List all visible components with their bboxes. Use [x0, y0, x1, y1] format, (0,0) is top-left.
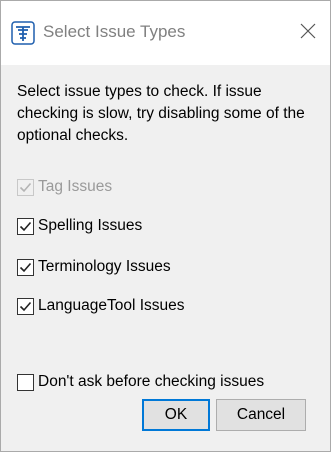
close-icon	[300, 23, 316, 44]
spelling-issues-label: Spelling Issues	[38, 217, 143, 234]
languagetool-issues-label: LanguageTool Issues	[38, 297, 185, 314]
terminology-issues-checkbox[interactable]: Terminology Issues	[17, 255, 171, 279]
cancel-button[interactable]: Cancel	[216, 399, 306, 431]
dialog-content: Select issue types to check. If issue ch…	[1, 65, 330, 451]
tag-issues-label: Tag Issues	[38, 178, 113, 195]
terminology-issues-label: Terminology Issues	[38, 258, 171, 275]
instructions-text: Select issue types to check. If issue ch…	[17, 83, 305, 144]
checkbox-box	[17, 258, 34, 276]
dialog-window: Select Issue Types Select issue types to…	[0, 0, 331, 452]
languagetool-issues-checkbox[interactable]: LanguageTool Issues	[17, 294, 185, 318]
window-title: Select Issue Types	[43, 22, 186, 41]
app-logo-icon	[11, 21, 35, 45]
ok-button[interactable]: OK	[142, 399, 210, 431]
checkmark-icon	[19, 221, 32, 231]
checkmark-icon	[19, 301, 32, 311]
checkmark-icon	[19, 182, 32, 192]
checkbox-box	[17, 217, 34, 235]
title-bar: Select Issue Types	[1, 1, 330, 65]
tag-issues-checkbox[interactable]: Tag Issues	[17, 175, 112, 199]
dont-ask-checkbox[interactable]: Don't ask before checking issues	[17, 370, 264, 394]
checkbox-box	[17, 297, 34, 315]
close-button[interactable]	[288, 15, 328, 51]
checkbox-box	[17, 373, 34, 391]
checkbox-box	[17, 178, 34, 196]
dont-ask-label: Don't ask before checking issues	[38, 373, 265, 390]
spelling-issues-checkbox[interactable]: Spelling Issues	[17, 214, 142, 238]
checkmark-icon	[19, 262, 32, 272]
